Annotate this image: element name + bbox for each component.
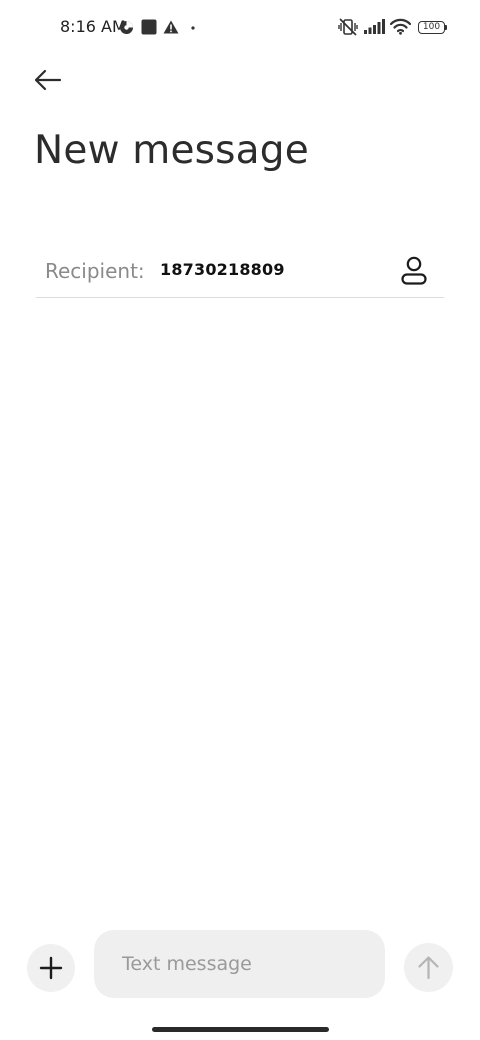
contact-picker-button[interactable] xyxy=(390,246,438,294)
add-attachment-button[interactable] xyxy=(27,944,75,992)
back-button[interactable] xyxy=(24,58,72,102)
battery-icon: 100 xyxy=(418,21,445,34)
battery-tip xyxy=(445,25,447,30)
home-indicator[interactable] xyxy=(152,1027,329,1032)
recipient-field[interactable]: Recipient: 18730218809 xyxy=(36,246,444,298)
app-notification-icon xyxy=(119,20,134,35)
dot-icon xyxy=(191,26,195,30)
status-time: 8:16 AM xyxy=(60,17,126,36)
status-bar: 8:16 AM 100 xyxy=(0,0,480,56)
page-title: New message xyxy=(34,128,309,173)
warning-icon xyxy=(163,20,179,34)
recipient-value[interactable]: 18730218809 xyxy=(160,260,285,279)
send-button[interactable] xyxy=(404,943,453,992)
wifi-icon xyxy=(390,18,411,35)
square-notification-icon xyxy=(141,19,157,35)
battery-level: 100 xyxy=(422,22,441,32)
message-input[interactable] xyxy=(94,930,385,998)
signal-icon xyxy=(364,19,386,34)
vibrate-off-icon xyxy=(338,18,358,36)
recipient-label: Recipient: xyxy=(45,259,145,283)
